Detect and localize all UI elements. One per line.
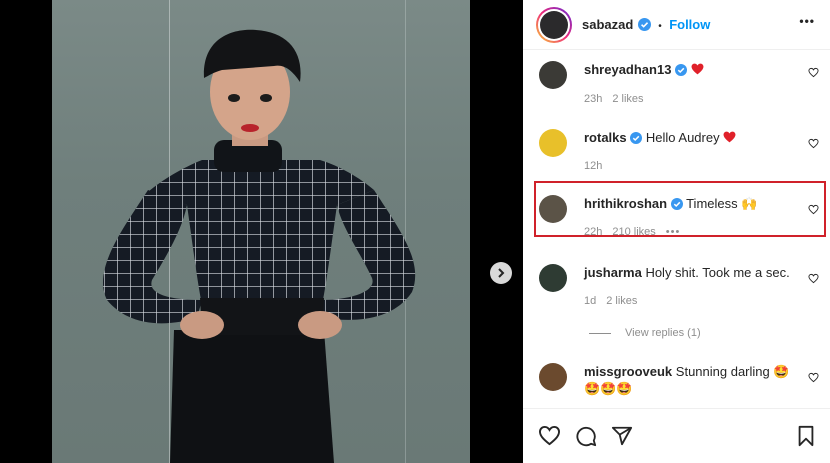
separator-dot: •: [658, 21, 662, 32]
comment-time: 1d: [584, 295, 597, 307]
comment-likes[interactable]: 210 likes: [612, 226, 655, 238]
like-icon[interactable]: [808, 273, 819, 284]
like-icon[interactable]: [808, 204, 819, 215]
red-heart-emoji-icon: [723, 131, 736, 143]
author-username[interactable]: sabazad: [582, 17, 633, 32]
post-media: [0, 0, 523, 463]
comment-likes[interactable]: 2 likes: [612, 93, 643, 105]
more-options-icon[interactable]: •••: [799, 14, 815, 28]
comment-text: Hello Audrey: [645, 130, 720, 145]
post-photo[interactable]: [52, 0, 470, 463]
comment-time: 12h: [584, 160, 603, 172]
follow-button[interactable]: Follow: [669, 17, 710, 32]
comment-icon[interactable]: [575, 425, 597, 447]
verified-badge-icon: [670, 198, 683, 210]
like-icon[interactable]: [808, 138, 819, 149]
next-arrow-icon: [498, 268, 505, 278]
comment-username[interactable]: missgrooveuk: [584, 364, 672, 379]
comment-username[interactable]: hrithikroshan: [584, 196, 667, 211]
comment-username[interactable]: jusharma: [584, 265, 642, 280]
avatar[interactable]: [539, 363, 567, 391]
view-replies-label: View replies (1): [625, 327, 701, 339]
view-replies-button[interactable]: View replies (1): [589, 327, 701, 339]
comment-more-icon[interactable]: •••: [666, 226, 681, 238]
next-photo-button[interactable]: [490, 262, 512, 284]
avatar[interactable]: [539, 264, 567, 292]
comment-text: Stunning darling 🤩: [675, 364, 790, 379]
like-icon[interactable]: [808, 67, 819, 78]
comment-text: Holy shit. Took me a sec.: [645, 265, 790, 280]
replies-divider: [589, 332, 611, 334]
avatar[interactable]: [539, 61, 567, 89]
comment-time: 23h: [584, 93, 603, 105]
avatar[interactable]: [539, 129, 567, 157]
comment-text-line2: 🤩🤩🤩: [584, 381, 633, 396]
comment-time: 22h: [584, 226, 603, 238]
like-icon[interactable]: [808, 372, 819, 383]
avatar[interactable]: [536, 7, 572, 43]
avatar[interactable]: [539, 195, 567, 223]
verified-badge-icon: [630, 132, 643, 144]
verified-badge-icon: [637, 18, 651, 31]
share-icon[interactable]: [611, 425, 633, 447]
action-bar: [523, 408, 830, 463]
post-header: sabazad • Follow •••: [523, 0, 830, 50]
like-icon[interactable]: [538, 425, 561, 446]
comment-emoji: 🙌: [741, 196, 758, 211]
comment-text: Timeless: [686, 196, 738, 211]
comment-likes[interactable]: 2 likes: [606, 295, 637, 307]
post-side-panel: sabazad • Follow ••• shreyadhan13 23h 2 l…: [523, 0, 830, 463]
comment-username[interactable]: shreyadhan13: [584, 62, 671, 77]
verified-badge-icon: [675, 64, 688, 76]
red-heart-emoji-icon: [691, 63, 704, 75]
portrait-figure: [102, 29, 416, 463]
comment-username[interactable]: rotalks: [584, 130, 627, 145]
save-icon[interactable]: [796, 425, 816, 447]
